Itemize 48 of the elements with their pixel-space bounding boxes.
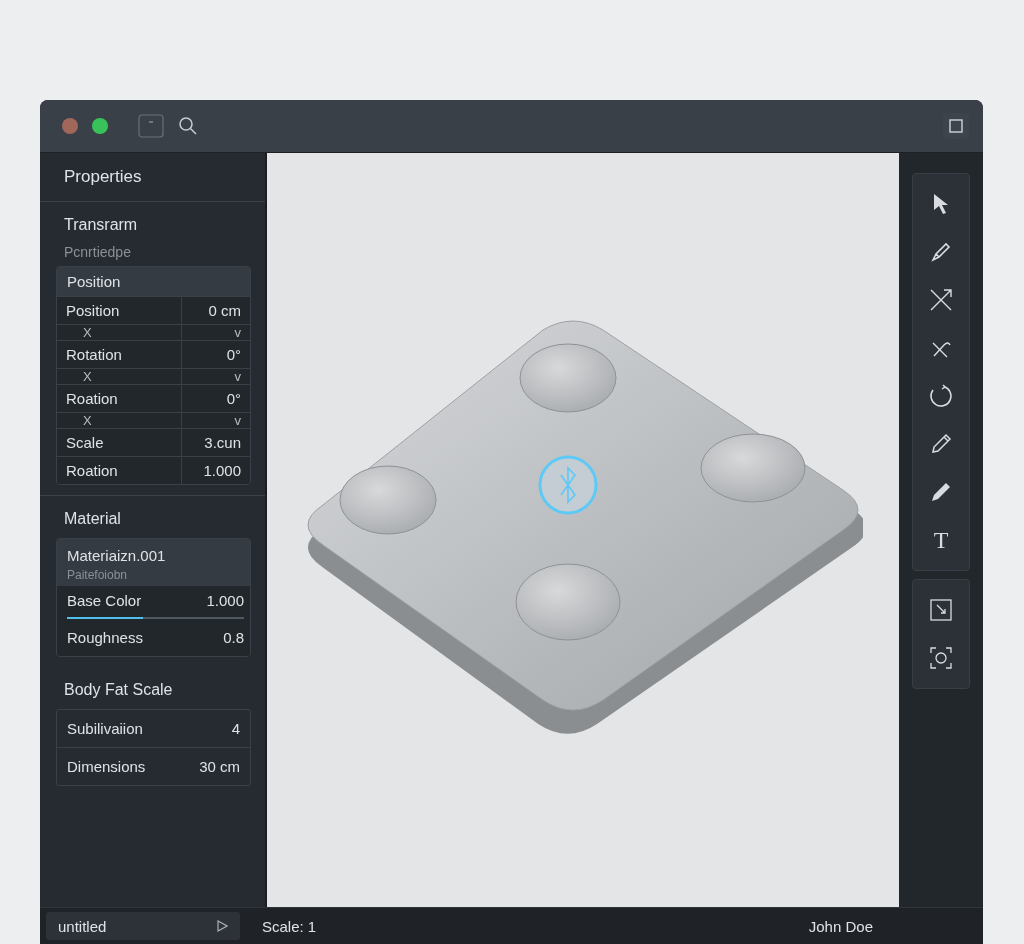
user-name: John Doe bbox=[808, 917, 873, 935]
text-tool-button[interactable]: T bbox=[921, 516, 961, 564]
property-label: Dimensions bbox=[67, 758, 146, 775]
property-value[interactable]: 1.000 bbox=[206, 592, 244, 609]
axis-dropdown[interactable]: v bbox=[182, 369, 250, 384]
crossed-arrows-icon bbox=[929, 288, 953, 312]
axis-dropdown[interactable]: v bbox=[182, 325, 250, 340]
axis-dropdown[interactable]: v bbox=[182, 413, 250, 428]
property-label: Rotation bbox=[57, 341, 182, 368]
property-label: Scale bbox=[57, 429, 182, 456]
axis-label: X bbox=[57, 325, 182, 340]
rotate-icon bbox=[929, 384, 953, 408]
pencil-icon bbox=[930, 481, 952, 503]
play-icon bbox=[216, 920, 228, 932]
material-subtitle: Paitefoiobn bbox=[67, 568, 129, 582]
group-header[interactable]: Position bbox=[57, 267, 250, 296]
pen-icon bbox=[930, 241, 952, 263]
section-title: Material bbox=[63, 510, 122, 528]
property-value[interactable]: 3.cun bbox=[182, 429, 250, 456]
pencil-icon bbox=[930, 433, 952, 455]
property-value[interactable]: 0 cm bbox=[182, 297, 250, 324]
window-control-dot[interactable] bbox=[92, 118, 108, 134]
property-value[interactable]: 0.8 bbox=[223, 629, 244, 646]
property-value[interactable]: 30 cm bbox=[199, 758, 240, 775]
section-title: Transrarm bbox=[63, 216, 139, 234]
scale-label: Scale: 1 bbox=[262, 917, 318, 935]
window-control-dot[interactable] bbox=[62, 118, 78, 134]
property-value[interactable]: 0° bbox=[182, 385, 250, 412]
file-field[interactable]: untitled bbox=[46, 912, 240, 940]
section-title: Body Fat Scale bbox=[63, 681, 174, 699]
axis-label: X bbox=[57, 369, 182, 384]
axis-label: X bbox=[57, 413, 182, 428]
property-value[interactable]: 4 bbox=[231, 720, 240, 737]
property-label: Position bbox=[57, 297, 182, 324]
search-icon[interactable] bbox=[178, 116, 198, 136]
property-label: Roughness bbox=[67, 629, 143, 646]
property-label: Base Color bbox=[67, 592, 142, 609]
property-label: Subilivaiion bbox=[67, 720, 143, 737]
property-value[interactable]: 0° bbox=[182, 341, 250, 368]
crop-icon bbox=[930, 599, 952, 621]
property-label: Roation bbox=[57, 385, 182, 412]
panel-title: Properties bbox=[40, 153, 265, 202]
focus-icon bbox=[930, 647, 952, 669]
section-subtitle: Pcnrtiedpe bbox=[63, 244, 132, 260]
property-label: Roation bbox=[57, 457, 182, 484]
property-value[interactable]: 1.000 bbox=[182, 457, 250, 484]
file-name: untitled bbox=[58, 917, 107, 935]
material-name[interactable]: Materiaizn.001 bbox=[67, 547, 240, 564]
